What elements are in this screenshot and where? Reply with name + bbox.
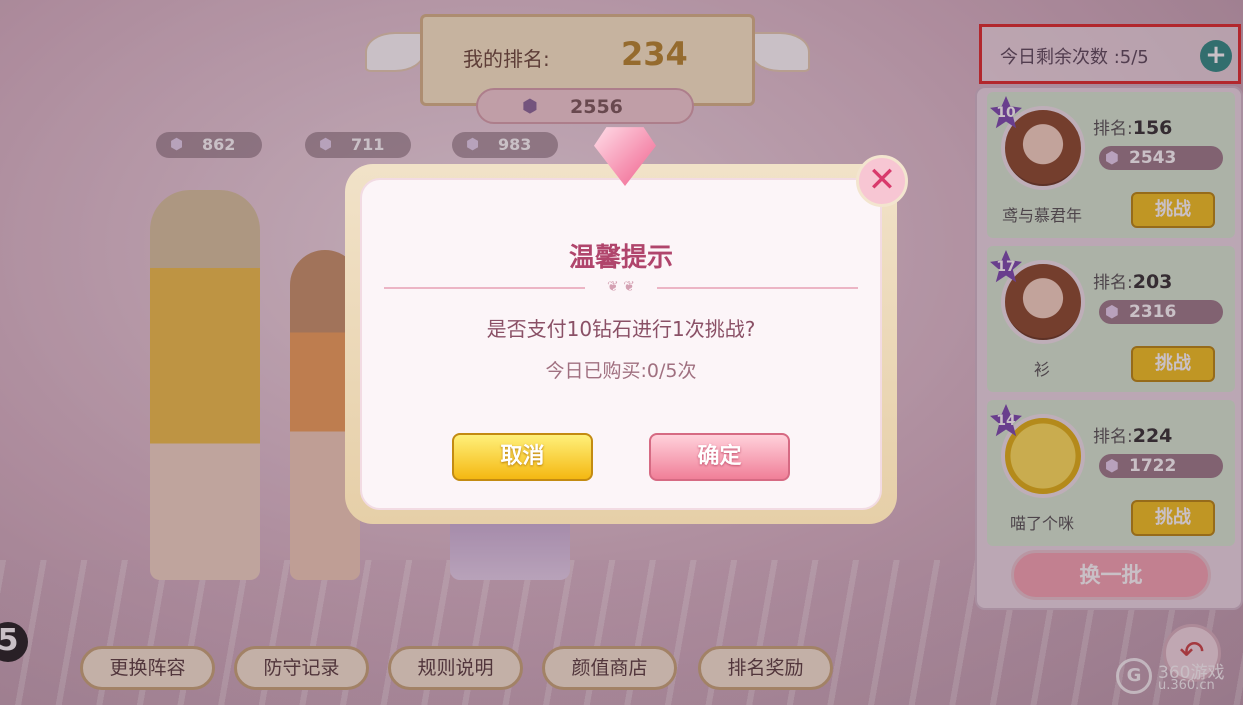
close-icon[interactable]: ✕ — [856, 155, 908, 207]
ornament-icon: ❦ ❦ — [585, 279, 657, 295]
confirm-button[interactable]: 确定 — [649, 433, 790, 481]
dialog-title: 温馨提示 — [568, 243, 673, 273]
confirm-dialog — [360, 178, 882, 510]
dialog-message: 是否支付10钻石进行1次挑战? — [486, 317, 756, 341]
purchase-count: 今日已购买:0/5次 — [545, 360, 697, 382]
cancel-button[interactable]: 取消 — [452, 433, 593, 481]
